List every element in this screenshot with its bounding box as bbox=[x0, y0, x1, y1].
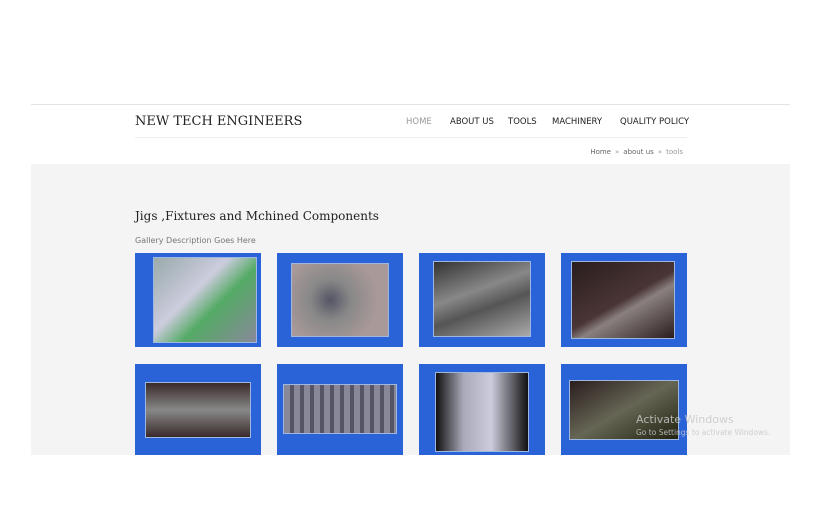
gallery-image bbox=[291, 263, 389, 337]
breadcrumb-separator: » bbox=[614, 148, 620, 156]
nav-machinery[interactable]: MACHINERY bbox=[552, 117, 602, 127]
gallery-image bbox=[283, 384, 397, 434]
nav-tools[interactable]: TOOLS bbox=[508, 117, 537, 127]
gallery-item-bracket[interactable] bbox=[561, 253, 687, 347]
gallery-item-block[interactable] bbox=[419, 364, 545, 455]
breadcrumb-separator: » bbox=[657, 148, 663, 156]
gallery-image bbox=[153, 257, 257, 343]
breadcrumb-about[interactable]: about us bbox=[623, 148, 654, 156]
header-divider bbox=[31, 104, 790, 105]
activation-watermark-subtitle: Go to Settings to activate Windows. bbox=[636, 428, 771, 437]
breadcrumb-current: tools bbox=[666, 148, 683, 156]
breadcrumb-home[interactable]: Home bbox=[590, 148, 611, 156]
gallery-image bbox=[145, 382, 251, 438]
site-logo[interactable]: NEW TECH ENGINEERS bbox=[135, 114, 302, 129]
nav-about-us[interactable]: ABOUT US bbox=[450, 117, 494, 127]
gallery-description: Gallery Description Goes Here bbox=[135, 236, 256, 245]
gallery-title: Jigs ,Fixtures and Mchined Components bbox=[135, 209, 379, 223]
gallery-image bbox=[433, 261, 531, 337]
gallery-item-machine[interactable] bbox=[135, 253, 261, 347]
gallery-item-plates[interactable] bbox=[419, 253, 545, 347]
gallery-item-stamped-part[interactable] bbox=[135, 364, 261, 455]
nav-divider bbox=[135, 137, 687, 138]
gallery-image bbox=[571, 261, 675, 339]
gallery-item-pins[interactable] bbox=[277, 364, 403, 455]
breadcrumb: Home» about us» tools bbox=[590, 148, 683, 156]
gallery-item-fixture[interactable] bbox=[561, 364, 687, 455]
gallery-image bbox=[435, 372, 529, 452]
nav-home[interactable]: HOME bbox=[406, 117, 432, 127]
activation-watermark-title: Activate Windows bbox=[636, 413, 734, 426]
nav-quality-policy[interactable]: QUALITY POLICY bbox=[620, 117, 689, 127]
gallery-item-bolts[interactable] bbox=[277, 253, 403, 347]
